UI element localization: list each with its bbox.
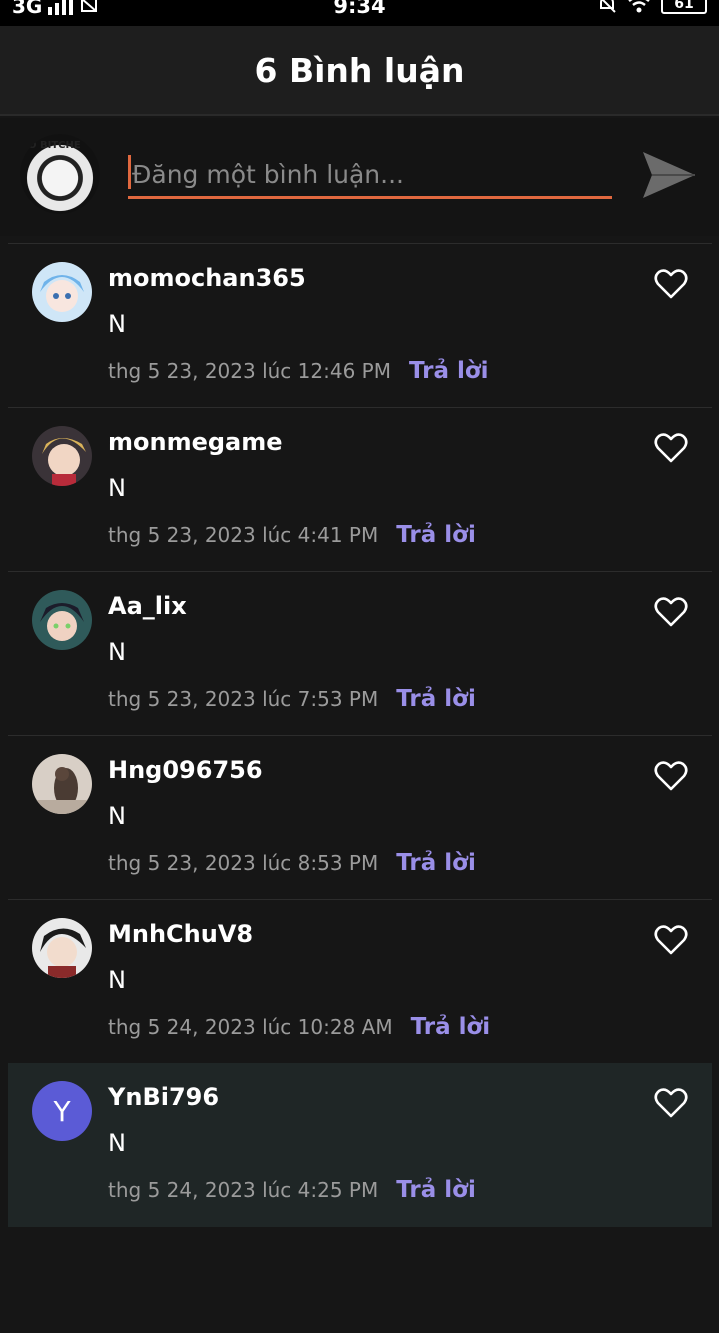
comment-text: N xyxy=(108,474,126,502)
status-bar: 3G 9:34 61 xyxy=(0,0,719,26)
comment-input[interactable] xyxy=(128,153,612,199)
heart-icon[interactable] xyxy=(654,268,688,300)
reply-button[interactable]: Trả lời xyxy=(396,850,476,876)
avatar-caption: O BITCHE xyxy=(28,140,81,151)
send-icon[interactable] xyxy=(640,146,698,204)
comment-composer: O BITCHE xyxy=(0,118,719,236)
text-caret xyxy=(128,155,131,189)
mute-bell-icon xyxy=(600,0,616,13)
anime-avatar-swordsman-icon xyxy=(32,918,92,978)
comment-timestamp: thg 5 23, 2023 lúc 12:46 PM xyxy=(108,359,391,383)
battery-indicator: 61 xyxy=(661,0,707,14)
status-bar-right: 61 xyxy=(597,0,707,14)
heart-icon[interactable] xyxy=(654,760,688,792)
comment-timestamp: thg 5 24, 2023 lúc 10:28 AM xyxy=(108,1015,393,1039)
photo-avatar-icon xyxy=(32,754,92,814)
comment-meta: thg 5 23, 2023 lúc 7:53 PM Trả lời xyxy=(108,686,476,712)
anime-avatar-blonde-icon xyxy=(32,426,92,486)
comment-text: N xyxy=(108,966,126,994)
comment-meta: thg 5 23, 2023 lúc 8:53 PM Trả lời xyxy=(108,850,476,876)
heart-icon[interactable] xyxy=(654,1087,688,1119)
heart-icon[interactable] xyxy=(654,596,688,628)
comment-meta: thg 5 23, 2023 lúc 12:46 PM Trả lời xyxy=(108,358,489,384)
anime-avatar-blue-hair-icon xyxy=(32,262,92,322)
comment-meta: thg 5 24, 2023 lúc 10:28 AM Trả lời xyxy=(108,1014,490,1040)
comment-text: N xyxy=(108,1129,126,1157)
heart-icon[interactable] xyxy=(654,924,688,956)
comment-list: momochan365 N thg 5 23, 2023 lúc 12:46 P… xyxy=(8,243,712,1227)
header: 6 Bình luận xyxy=(0,26,719,116)
comment-item: Hng096756 N thg 5 23, 2023 lúc 8:53 PM T… xyxy=(8,735,712,899)
comment-timestamp: thg 5 23, 2023 lúc 4:41 PM xyxy=(108,523,379,547)
comment-username[interactable]: YnBi796 xyxy=(108,1083,219,1111)
reply-button[interactable]: Trả lời xyxy=(396,686,476,712)
heart-icon[interactable] xyxy=(654,432,688,464)
avatar[interactable] xyxy=(32,262,92,322)
comment-text: N xyxy=(108,310,126,338)
avatar[interactable] xyxy=(32,590,92,650)
reply-button[interactable]: Trả lời xyxy=(411,1014,491,1040)
reply-button[interactable]: Trả lời xyxy=(409,358,489,384)
avatar-letter: Y xyxy=(32,1081,92,1141)
page-title: 6 Bình luận xyxy=(254,50,465,90)
comment-username[interactable]: Aa_lix xyxy=(108,592,187,620)
reply-button[interactable]: Trả lời xyxy=(396,522,476,548)
comment-meta: thg 5 24, 2023 lúc 4:25 PM Trả lời xyxy=(108,1177,476,1203)
avatar[interactable] xyxy=(32,754,92,814)
comment-username[interactable]: MnhChuV8 xyxy=(108,920,253,948)
wifi-icon xyxy=(628,0,650,13)
avatar[interactable] xyxy=(32,426,92,486)
reply-button[interactable]: Trả lời xyxy=(396,1177,476,1203)
comment-item: monmegame N thg 5 23, 2023 lúc 4:41 PM T… xyxy=(8,407,712,571)
comment-meta: thg 5 23, 2023 lúc 4:41 PM Trả lời xyxy=(108,522,476,548)
anime-avatar-dark-hair-icon xyxy=(32,590,92,650)
comment-item: Aa_lix N thg 5 23, 2023 lúc 7:53 PM Trả … xyxy=(8,571,712,735)
comment-timestamp: thg 5 24, 2023 lúc 4:25 PM xyxy=(108,1178,379,1202)
comment-item: MnhChuV8 N thg 5 24, 2023 lúc 10:28 AM T… xyxy=(8,899,712,1063)
current-user-avatar: O BITCHE xyxy=(20,134,100,214)
avatar[interactable] xyxy=(32,918,92,978)
comment-text: N xyxy=(108,802,126,830)
comment-timestamp: thg 5 23, 2023 lúc 7:53 PM xyxy=(108,687,379,711)
comment-item: momochan365 N thg 5 23, 2023 lúc 12:46 P… xyxy=(8,243,712,407)
comment-text: N xyxy=(108,638,126,666)
comment-username[interactable]: Hng096756 xyxy=(108,756,263,784)
avatar[interactable]: Y xyxy=(32,1081,92,1141)
comment-item-highlighted: Y YnBi796 N thg 5 24, 2023 lúc 4:25 PM T… xyxy=(8,1063,712,1227)
comment-username[interactable]: monmegame xyxy=(108,428,283,456)
comment-username[interactable]: momochan365 xyxy=(108,264,306,292)
comment-timestamp: thg 5 23, 2023 lúc 8:53 PM xyxy=(108,851,379,875)
